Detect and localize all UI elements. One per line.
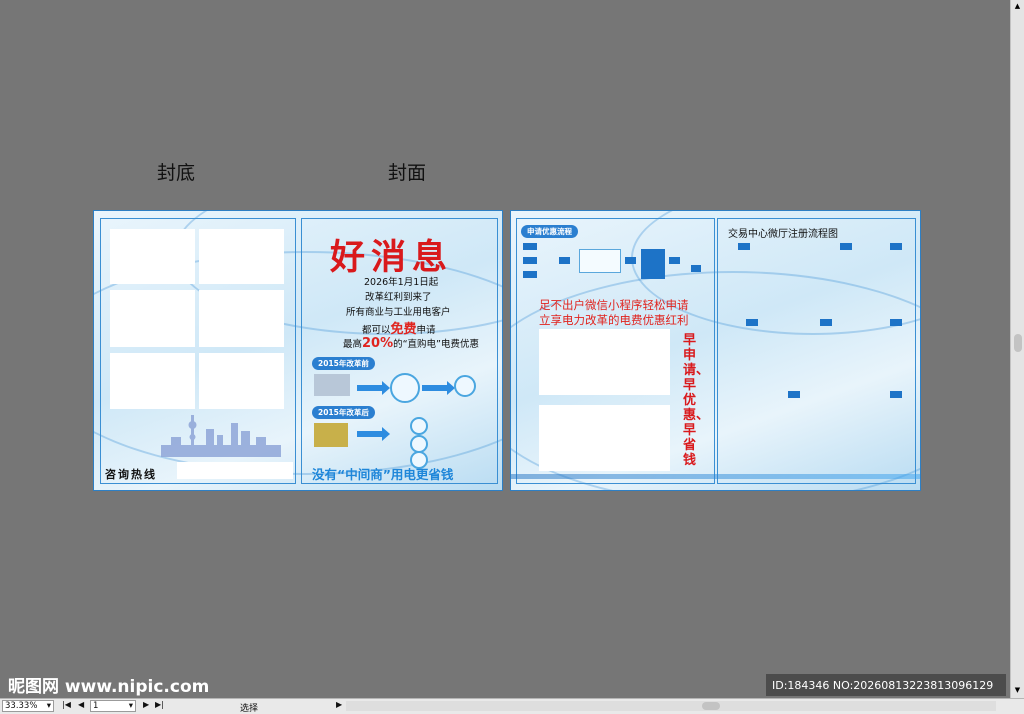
flow-step — [890, 319, 903, 326]
watermark-id: ID:184346 NO:20260813223813096129 — [772, 679, 994, 692]
scroll-thumb[interactable] — [1014, 334, 1022, 352]
flow-step — [738, 243, 751, 250]
red-slogan-line2: 立享电力改革的电费优惠红利 — [539, 313, 689, 327]
wechat-miniapp-box — [579, 249, 621, 273]
last-page-icon[interactable]: ▶| — [155, 700, 164, 709]
photo-placeholder — [110, 353, 195, 409]
photo-placeholder — [199, 353, 284, 409]
chevron-down-icon: ▾ — [128, 701, 133, 711]
users-icon — [454, 375, 476, 397]
photo-placeholder — [539, 405, 670, 471]
before-reform-badge: 2015年改革前 — [312, 357, 375, 370]
outer-spread[interactable]: 咨询热线 好消息 2026年1月1日起 改革红利到来了 所有商业与工业用电客户 … — [93, 210, 503, 491]
phone-graphic — [641, 249, 665, 279]
grid-company-icon — [390, 373, 420, 403]
registration-flow-title: 交易中心微厅注册流程图 — [728, 229, 838, 240]
headline-title: 好消息 — [330, 237, 454, 278]
flow-arrow — [422, 381, 455, 395]
hotline-label: 咨询热线 — [105, 468, 157, 481]
zoom-value: 33.33% — [5, 701, 38, 711]
vertical-scrollbar[interactable]: ▲ ▼ — [1010, 0, 1024, 698]
tool-mode-label: 选择 — [240, 704, 259, 714]
first-page-icon[interactable]: |◀ — [62, 700, 71, 709]
status-menu-icon[interactable]: ▶ — [336, 700, 342, 709]
date-line: 2026年1月1日起 — [364, 277, 439, 288]
flow-step — [890, 243, 903, 250]
reform-line: 改革红利到来了 — [365, 292, 432, 303]
users-icon — [410, 417, 428, 435]
flow-step — [890, 391, 903, 398]
discount-value: 20% — [362, 336, 394, 351]
photo-placeholder — [199, 290, 284, 347]
red-slogan-line1: 足不出户微信小程序轻松申请 — [539, 298, 689, 312]
free-word: 免费 — [390, 322, 417, 337]
flow-node — [691, 265, 701, 272]
vertical-slogan: 早申请、早优惠、早省钱 — [683, 333, 710, 468]
hotline-number-box — [177, 462, 293, 479]
free-prefix: 都可以 — [362, 325, 391, 336]
horizontal-scrollbar[interactable] — [346, 701, 996, 711]
after-reform-badge: 2015年改革后 — [312, 406, 375, 419]
artboard-canvas: 封底 封面 咨询热线 好消息 2026年1月1日起 改革红利到来了 所有商业与工… — [0, 0, 1010, 698]
photo-placeholder — [539, 329, 670, 395]
front-cover-panel: 好消息 2026年1月1日起 改革红利到来了 所有商业与工业用电客户 都可以免费… — [301, 218, 498, 484]
discount-suffix: 的“直购电”电费优惠 — [393, 339, 479, 350]
photo-placeholder — [110, 290, 195, 347]
page-number-value: 1 — [93, 701, 99, 711]
city-skyline-graphic — [161, 415, 281, 457]
flow-arrow — [357, 427, 390, 441]
front-cover-label: 封面 — [388, 162, 427, 184]
scroll-down-icon[interactable]: ▼ — [1013, 686, 1022, 694]
scroll-up-icon[interactable]: ▲ — [1013, 2, 1022, 10]
zoom-select[interactable]: 33.33% ▾ — [2, 700, 54, 712]
page-number-select[interactable]: 1 ▾ — [90, 700, 136, 712]
flow-step — [820, 319, 833, 326]
flow-step — [788, 391, 801, 398]
flow-step — [746, 319, 759, 326]
front-slogan: 没有“中间商”用电更省钱 — [312, 467, 454, 482]
photo-placeholder — [199, 229, 284, 284]
prev-page-icon[interactable]: ◀ — [78, 700, 84, 709]
power-plant-image — [314, 374, 350, 396]
apply-process-badge: 申请优惠流程 — [521, 225, 578, 238]
back-cover-label: 封底 — [157, 162, 196, 184]
inner-right-panel: 交易中心微厅注册流程图 — [717, 218, 916, 484]
photo-placeholder — [110, 229, 195, 284]
power-plant-image — [314, 423, 348, 447]
flow-node — [523, 243, 537, 250]
status-bar: 33.33% ▾ |◀ ◀ 1 ▾ ▶ ▶| 选择 ▶ — [0, 698, 1024, 714]
flow-node — [559, 257, 571, 264]
flow-node — [523, 257, 537, 264]
customers-line: 所有商业与工业用电客户 — [346, 307, 451, 318]
inner-left-panel: 申请优惠流程 足不出户微信小程序轻松申请 立享电力改革的电费优惠红利 早申请、早… — [516, 218, 715, 484]
flow-node — [523, 271, 537, 278]
watermark-site: 昵图网 www.nipic.com — [8, 677, 210, 697]
free-suffix: 申请 — [416, 325, 436, 336]
flow-node — [625, 257, 637, 264]
decor-strip — [511, 474, 920, 479]
flow-arrow — [357, 381, 390, 395]
back-cover-panel: 咨询热线 — [100, 218, 296, 484]
chevron-down-icon: ▾ — [46, 701, 51, 711]
next-page-icon[interactable]: ▶ — [143, 700, 149, 709]
flow-step — [840, 243, 853, 250]
scroll-thumb[interactable] — [702, 702, 720, 710]
flow-node — [669, 257, 681, 264]
inner-spread[interactable]: 申请优惠流程 足不出户微信小程序轻松申请 立享电力改革的电费优惠红利 早申请、早… — [510, 210, 921, 491]
discount-prefix: 最高 — [343, 339, 363, 350]
